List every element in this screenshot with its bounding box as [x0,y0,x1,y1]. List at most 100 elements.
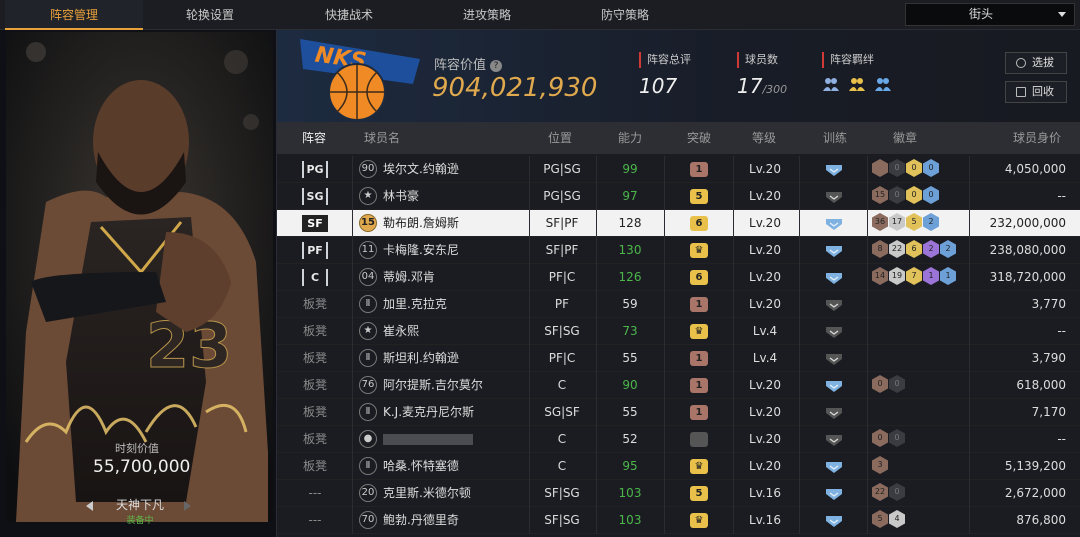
col-level[interactable]: 等级 [744,122,784,154]
player-value: 7,170 [1031,405,1066,419]
player-level: Lv.20 [749,459,781,473]
training-icon[interactable] [825,298,843,312]
table-row[interactable]: --- 70 鲍勃.丹德里奇 SF|SG 103 ♛ Lv.16 5 4 876,800 [277,507,1080,534]
player-value: 232,000,000 [989,216,1066,230]
bench-slot-label: 板凳 [302,405,327,419]
divider [799,480,800,507]
badge-list[interactable]: 000 [872,159,940,177]
col-badges[interactable]: 徽章 [885,122,925,154]
divider [969,453,970,480]
training-icon[interactable] [825,163,843,177]
breakthrough-badge: ♛ [690,324,708,339]
table-row[interactable]: --- 20 克里斯.米德尔顿 SF|SG 103 5 Lv.16 22 0 2,672,000 [277,480,1080,507]
training-icon[interactable] [825,433,843,447]
table-row[interactable]: 板凳 ● C 52 Lv.20 0 0 -- [277,426,1080,453]
player-name: 哈桑.怀特塞德 [383,459,459,473]
divider [352,210,353,237]
col-player-value[interactable]: 球员身价 [1002,122,1072,154]
training-icon[interactable] [825,352,843,366]
col-training[interactable]: 训练 [815,122,855,154]
player-power: 99 [622,162,638,176]
tab-lineup[interactable]: 阵容管理 [5,0,143,30]
training-icon[interactable] [825,406,843,420]
badge-list[interactable]: 8 22 6 2 2 [872,240,957,258]
col-name[interactable]: 球员名 [357,122,407,154]
player-position: PG|SG [543,189,581,203]
col-lineup[interactable]: 阵容 [292,122,336,154]
badge-list[interactable]: 00 [872,375,906,393]
training-icon[interactable] [825,190,843,204]
badge-list[interactable]: 3 [872,456,889,474]
player-level: Lv.20 [749,243,781,257]
bond-icons[interactable] [822,68,895,96]
badge-icon: 0 [889,375,905,393]
player-card[interactable]: 23 时刻价值 55,700,000 天神下凡 装备中 [0,30,277,537]
table-row[interactable]: 板凳 Ⅱ K.J.麦克丹尼尔斯 SG|SF 55 1 Lv.20 7,170 [277,399,1080,426]
divider [664,318,665,345]
recycle-button[interactable]: 回收 [1005,81,1067,103]
player-power: 128 [618,216,642,230]
badge-list[interactable]: 36 17 5 2 [872,213,940,231]
select-button[interactable]: 选拔 [1005,52,1067,74]
training-icon[interactable] [825,460,843,474]
table-row[interactable]: 板凳 Ⅱ 哈桑.怀特塞德 C 95 ♛ Lv.20 3 5,139,200 [277,453,1080,480]
arrow-right-icon[interactable] [184,501,191,511]
table-row[interactable]: 板凳 Ⅱ 加里.克拉克 PF 59 1 Lv.20 3,770 [277,291,1080,318]
table-row[interactable]: PF 11 卡梅隆.安东尼 SF|PF 130 ♛ Lv.20 8 22 6 2 2 238,080,0… [277,237,1080,264]
arrow-left-icon[interactable] [86,501,93,511]
col-position[interactable]: 位置 [540,122,580,154]
divider [867,480,868,507]
badge-list[interactable]: 54 [872,510,906,528]
bench-slot-label: 板凳 [302,378,327,392]
court-dropdown[interactable]: 街头 [905,3,1075,26]
table-row[interactable]: 板凳 Ⅱ 斯坦利.约翰逊 PF|C 55 1 Lv.4 3,790 [277,345,1080,372]
training-icon[interactable] [825,244,843,258]
breakthrough-badge: 1 [690,297,708,312]
badge-list[interactable]: 00 [872,429,906,447]
training-icon[interactable] [825,217,843,231]
table-row[interactable]: SF 15 勒布朗.詹姆斯 SF|PF 128 6 Lv.20 36 17 5 2 232,000,0… [277,210,1080,237]
tab-rotation[interactable]: 轮换设置 [141,0,279,30]
breakthrough-badge [690,432,708,447]
badge-list[interactable]: 22 0 [872,483,906,501]
player-name: 斯坦利.约翰逊 [383,351,459,365]
tab-quick-tactics[interactable]: 快捷战术 [280,0,418,30]
training-icon[interactable] [825,487,843,501]
player-level: Lv.20 [749,162,781,176]
table-row[interactable]: PG 90 埃尔文.约翰逊 PG|SG 99 1 Lv.20 0 0 0 4,050,000 [277,156,1080,183]
col-power[interactable]: 能力 [610,122,650,154]
player-name: 蒂姆.邓肯 [383,270,435,284]
table-row[interactable]: 板凳 76 阿尔提斯.吉尔莫尔 C 90 1 Lv.20 0 0 618,000 [277,372,1080,399]
badge-icon: 0 [923,159,939,177]
badge-list[interactable]: 15 0 0 0 [872,186,940,204]
breakthrough-badge: ♛ [690,459,708,474]
divider [352,291,353,318]
table-row[interactable]: SG ★ 林书豪 PG|SG 97 5 Lv.20 15 0 0 0 -- [277,183,1080,210]
team-logo-icon: NKS [300,39,420,121]
tab-defense[interactable]: 防守策略 [556,0,694,30]
col-breakthrough[interactable]: 突破 [679,122,719,154]
training-icon[interactable] [825,271,843,285]
badge-icon: 4 [889,510,905,528]
badge-icon: 2 [940,240,956,258]
table-row[interactable]: 板凳 ★ 崔永熙 SF|SG 73 ♛ Lv.4 -- [277,318,1080,345]
bench-slot-label: 板凳 [302,351,327,365]
divider [969,480,970,507]
divider [352,507,353,534]
training-icon[interactable] [825,325,843,339]
help-icon[interactable]: ? [490,60,503,72]
tab-offense[interactable]: 进攻策略 [418,0,556,30]
player-count-max: /300 [762,83,788,96]
player-position: PG|SG [543,162,581,176]
badge-list[interactable]: 14 19 7 1 1 [872,267,957,285]
training-icon[interactable] [825,379,843,393]
breakthrough-badge: ♛ [690,243,708,258]
table-row[interactable]: C 04 蒂姆.邓肯 PF|C 126 6 Lv.20 14 19 7 1 1 318,720,000 [277,264,1080,291]
select-button-label: 选拔 [1032,56,1054,69]
divider [664,507,665,534]
stat-bonds: 阵容羁绊 [822,52,895,96]
player-level: Lv.20 [749,297,781,311]
player-level: Lv.4 [752,351,778,365]
training-icon[interactable] [825,514,843,528]
divider [969,345,970,372]
